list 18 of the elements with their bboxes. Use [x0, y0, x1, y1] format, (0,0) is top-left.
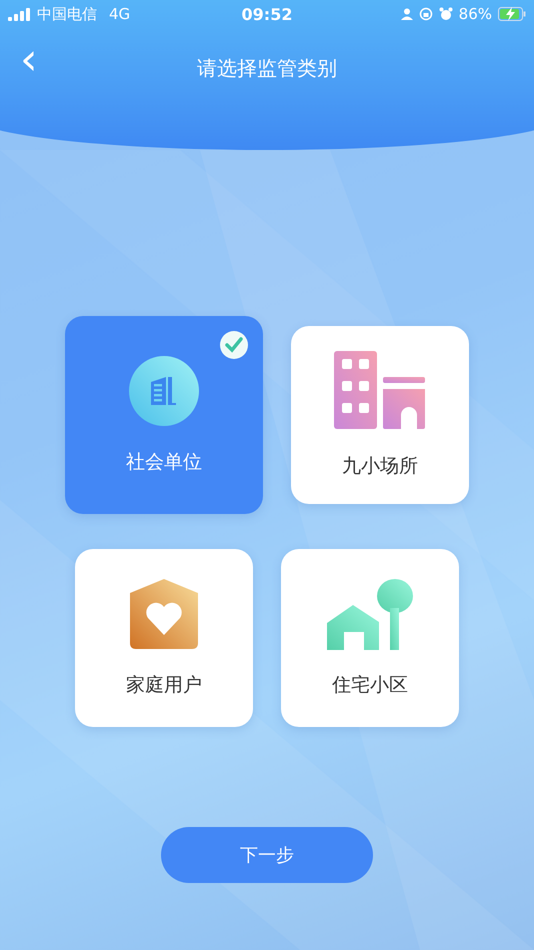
signal-icon [8, 8, 31, 20]
category-card[interactable]: 家庭用户 [75, 549, 253, 727]
person-icon [400, 8, 413, 20]
battery-percent: 86% [458, 5, 492, 23]
office-building-icon [128, 355, 200, 427]
house-heart-icon [128, 578, 200, 650]
clock: 09:52 [242, 4, 292, 24]
carrier-name: 中国电信 [37, 4, 97, 24]
battery-charging-icon [498, 7, 526, 21]
network-type: 4G [109, 5, 130, 23]
page-title: 请选择监管类别 [197, 54, 337, 82]
rotation-lock-icon [418, 7, 433, 21]
category-card[interactable]: 九小场所 [291, 326, 469, 504]
check-icon [219, 330, 249, 360]
alarm-icon [438, 7, 453, 21]
house-tree-icon [327, 578, 413, 650]
shop-building-icon [334, 351, 426, 431]
category-card[interactable]: 住宅小区 [281, 549, 459, 727]
